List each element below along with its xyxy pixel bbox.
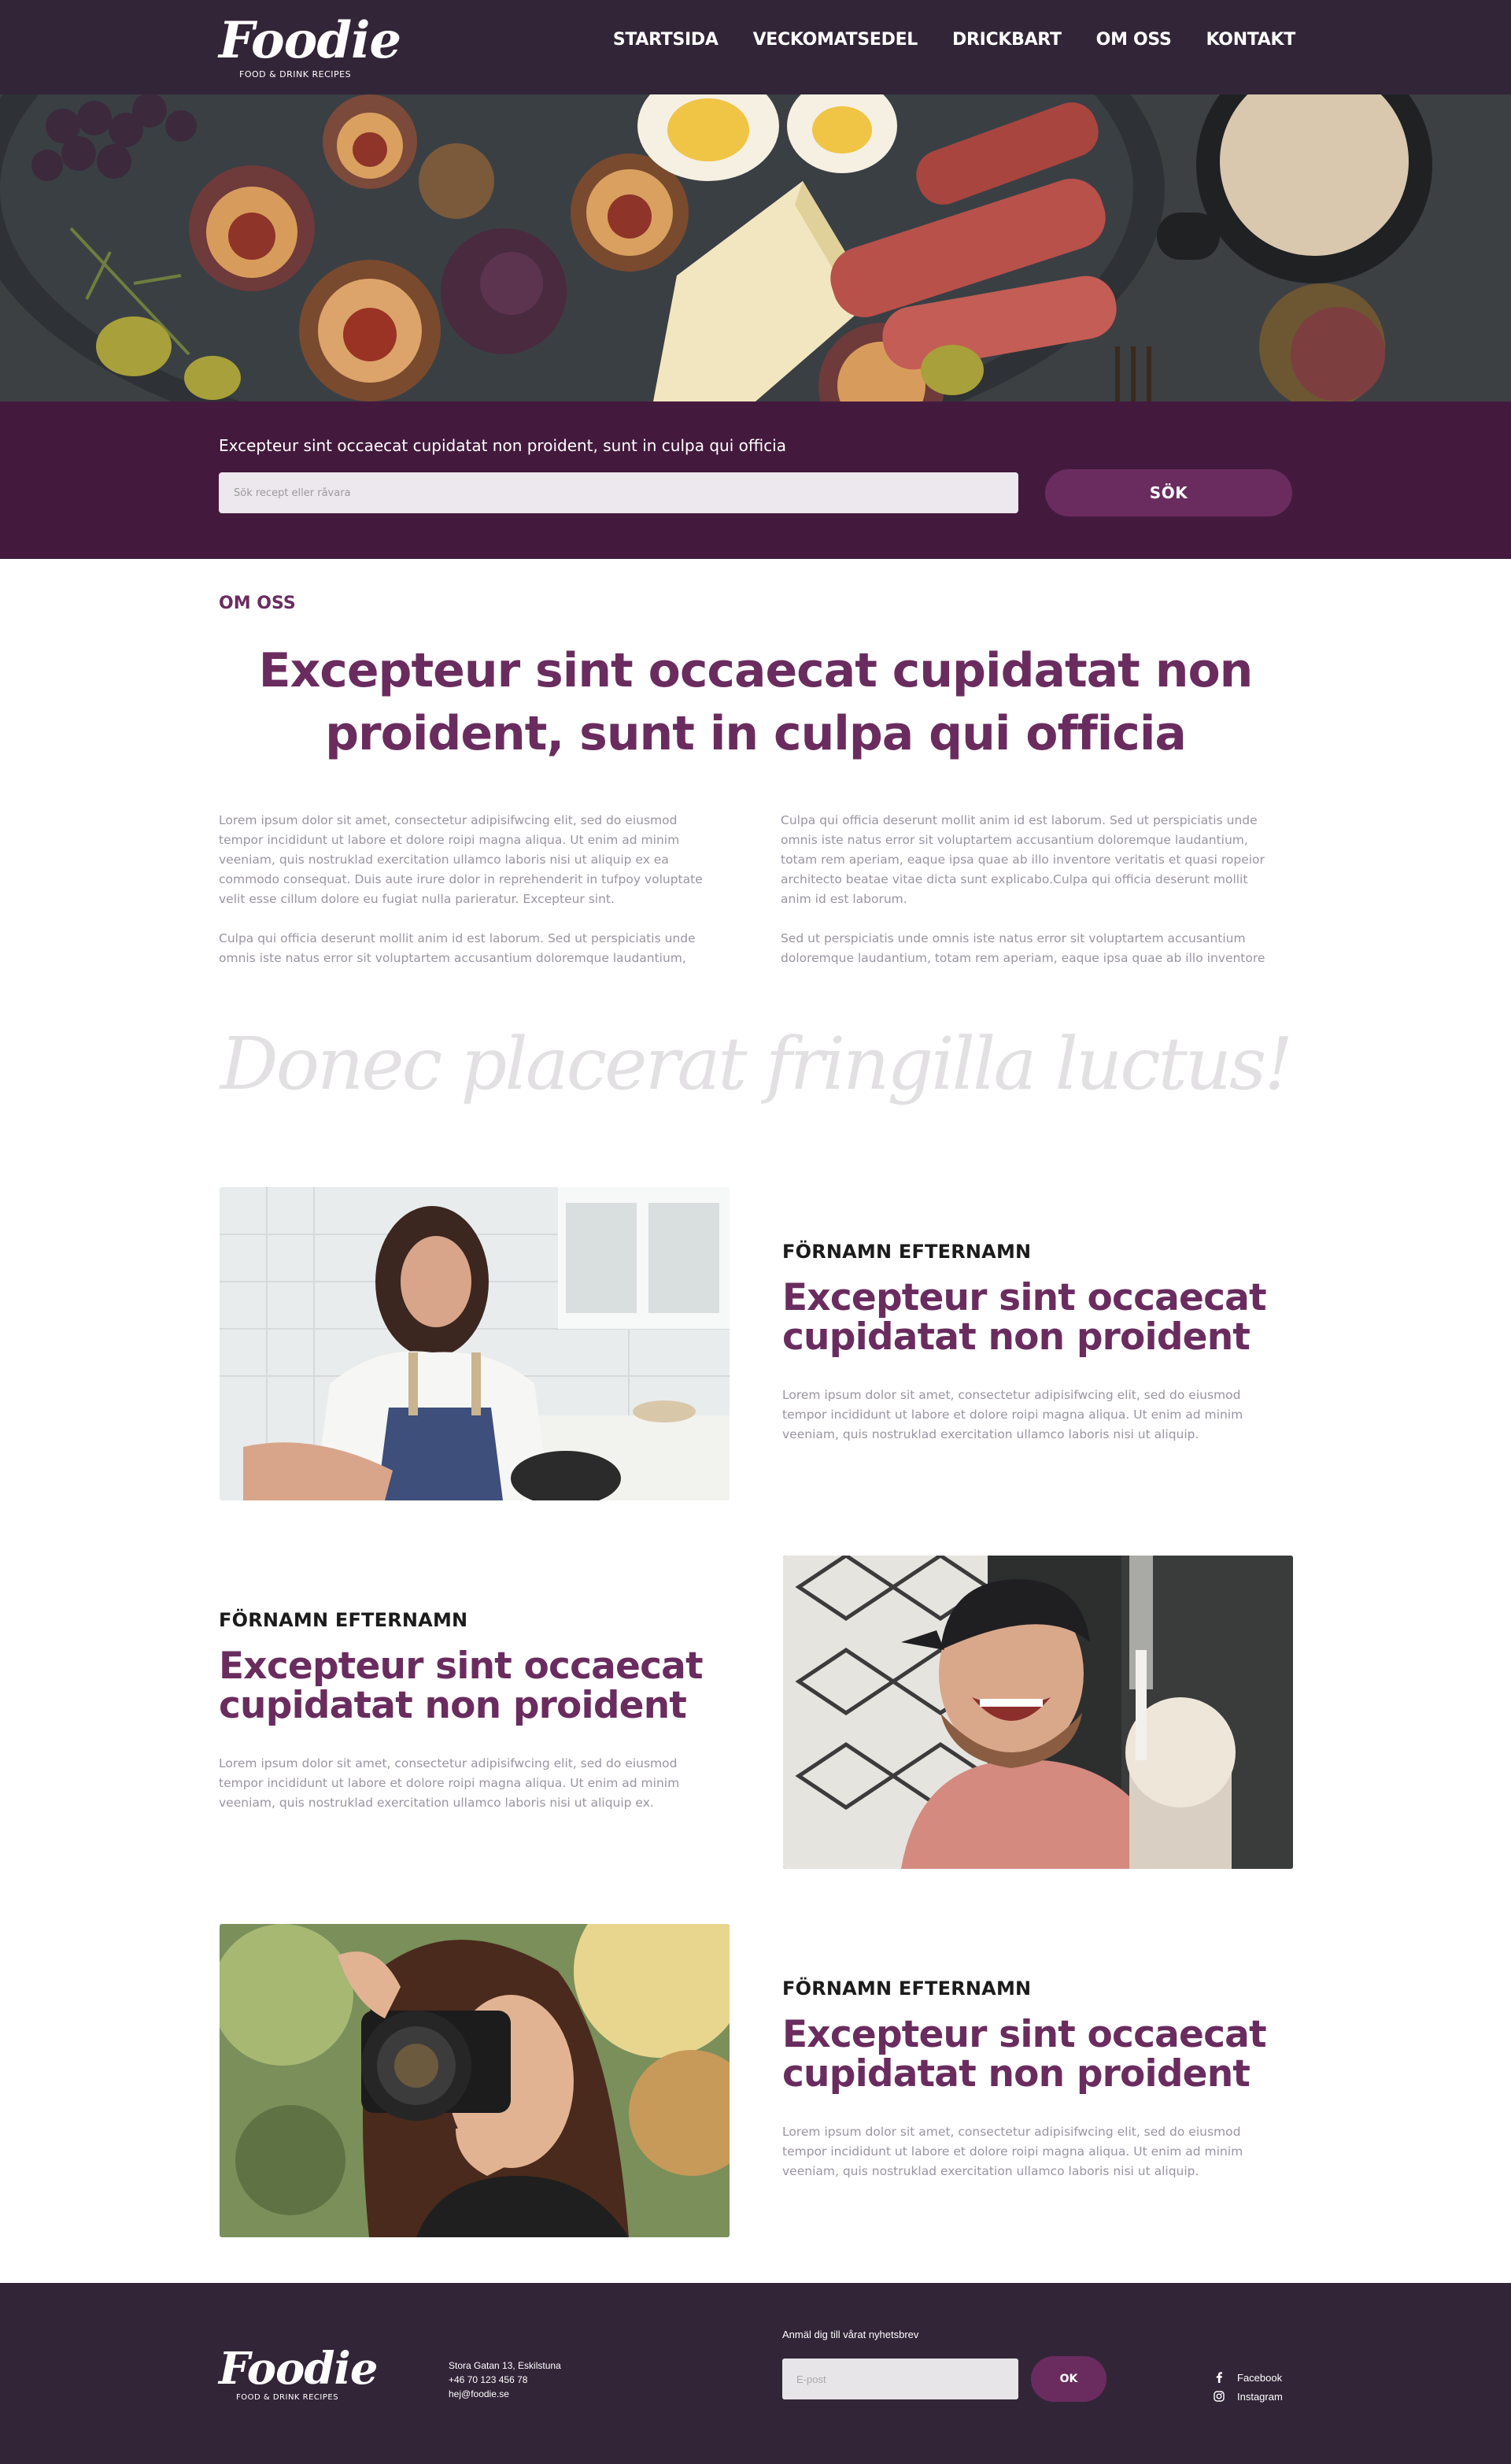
profile-body: Lorem ipsum dolor sit amet, consectetur … [782, 1388, 1243, 1441]
footer-address: Stora Gatan 13, Eskilstuna [449, 2360, 561, 2371]
hero-image [0, 94, 1511, 401]
profile-body: Lorem ipsum dolor sit amet, consectetur … [782, 2125, 1243, 2178]
social-links: Facebook Instagram [1214, 2368, 1283, 2406]
nav-item-drickbart[interactable]: DRICKBART [952, 30, 1062, 50]
search-caption: Excepteur sint occaecat cupidatat non pr… [219, 436, 786, 455]
search-button[interactable]: SÖK [1045, 469, 1292, 516]
footer-phone: +46 70 123 456 78 [449, 2374, 528, 2385]
profile-name: FÖRNAMN EFTERNAMN [782, 1977, 1032, 2000]
nav-item-startsida[interactable]: STARTSIDA [613, 30, 719, 50]
section-label: OM OSS [219, 594, 296, 613]
site-footer: Foodie FOOD & DRINK RECIPES Stora Gatan … [0, 2283, 1511, 2464]
profile-photo-man-laughing [783, 1556, 1293, 1869]
logo-wordmark: Foodie [219, 2343, 378, 2395]
social-label: Instagram [1237, 2390, 1283, 2403]
facebook-icon [1214, 2372, 1225, 2383]
search-input[interactable] [219, 472, 1018, 513]
main-nav: STARTSIDA VECKOMATSEDEL DRICKBART OM OSS… [613, 30, 1295, 50]
about-heading: Excepteur sint occaecat cupidatat non pr… [258, 643, 1254, 761]
paragraph: Culpa qui officia deserunt mollit anim i… [219, 931, 696, 965]
footer-email[interactable]: hej@foodie.se [449, 2387, 561, 2401]
site-header: Foodie FOOD & DRINK RECIPES STARTSIDA VE… [0, 0, 1511, 94]
instagram-icon [1214, 2391, 1225, 2402]
logo-wordmark: Foodie [219, 11, 401, 70]
nav-item-veckomatsedel[interactable]: VECKOMATSEDEL [753, 30, 918, 50]
paragraph: Lorem ipsum dolor sit amet, consectetur … [219, 813, 703, 906]
profile-card: FÖRNAMN EFTERNAMN Excepteur sint occaeca… [782, 1241, 1294, 1445]
social-link-facebook[interactable]: Facebook [1214, 2368, 1283, 2387]
profile-heading: Excepteur sint occaecat cupidatat non pr… [782, 1276, 1267, 1359]
profile-body: Lorem ipsum dolor sit amet, consectetur … [219, 1756, 680, 1810]
footer-logo[interactable]: Foodie FOOD & DRINK RECIPES [219, 2343, 378, 2414]
newsletter-submit-button[interactable]: OK [1031, 2356, 1106, 2402]
profile-name: FÖRNAMN EFTERNAMN [782, 1241, 1032, 1263]
logo[interactable]: Foodie FOOD & DRINK RECIPES [219, 11, 401, 87]
social-label: Facebook [1237, 2371, 1283, 2384]
about-text-right: Culpa qui officia deserunt mollit anim i… [781, 811, 1276, 968]
profile-photo-woman-camera [220, 1924, 730, 2237]
logo-tagline: FOOD & DRINK RECIPES [236, 2393, 339, 2402]
script-quote: Donec placerat fringilla luctus! [220, 1022, 1293, 1106]
profile-name: FÖRNAMN EFTERNAMN [219, 1609, 468, 1631]
profile-heading: Excepteur sint occaecat cupidatat non pr… [782, 2013, 1267, 2096]
paragraph: Sed ut perspiciatis unde omnis iste natu… [781, 931, 1265, 965]
footer-contact: Stora Gatan 13, Eskilstuna +46 70 123 45… [449, 2359, 561, 2401]
logo-tagline: FOOD & DRINK RECIPES [239, 69, 352, 80]
about-text-left: Lorem ipsum dolor sit amet, consectetur … [219, 811, 715, 968]
paragraph: Culpa qui officia deserunt mollit anim i… [781, 813, 1265, 906]
profile-card: FÖRNAMN EFTERNAMN Excepteur sint occaeca… [782, 1977, 1294, 2181]
newsletter-label: Anmäl dig till vårat nyhetsbrev [782, 2329, 919, 2340]
profile-photo-woman-cooking [220, 1187, 730, 1500]
profile-card: FÖRNAMN EFTERNAMN Excepteur sint occaeca… [219, 1609, 730, 1813]
social-link-instagram[interactable]: Instagram [1214, 2387, 1283, 2406]
search-section: Excepteur sint occaecat cupidatat non pr… [0, 401, 1511, 559]
nav-item-om-oss[interactable]: OM OSS [1096, 30, 1172, 50]
profile-heading: Excepteur sint occaecat cupidatat non pr… [219, 1645, 704, 1727]
newsletter-email-input[interactable] [782, 2359, 1018, 2399]
nav-item-kontakt[interactable]: KONTAKT [1206, 30, 1296, 50]
